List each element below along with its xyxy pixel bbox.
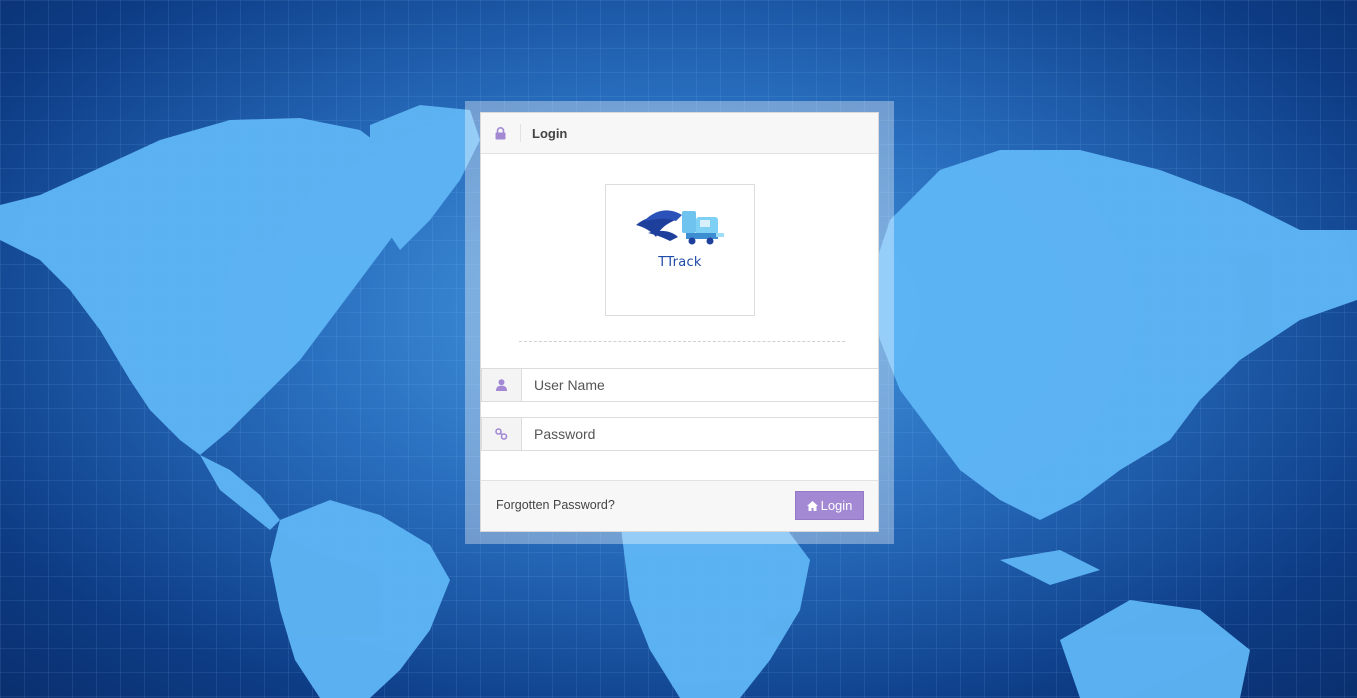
truck-logo-icon xyxy=(636,210,724,245)
username-input[interactable] xyxy=(522,368,879,402)
password-field-group xyxy=(481,417,879,451)
home-icon xyxy=(806,500,818,511)
panel-header: Login xyxy=(481,113,878,154)
user-icon xyxy=(481,368,522,402)
logo-text: TTrack xyxy=(658,255,702,270)
username-field-group xyxy=(481,368,879,402)
forgot-password-link[interactable]: Forgotten Password? xyxy=(496,498,615,512)
panel-footer: Forgotten Password? Login xyxy=(481,480,878,531)
login-button[interactable]: Login xyxy=(795,491,864,520)
panel-title: Login xyxy=(532,125,568,141)
lock-icon xyxy=(481,124,521,142)
key-icon xyxy=(481,417,522,451)
divider xyxy=(519,341,845,342)
logo: TTrack xyxy=(605,184,755,316)
password-input[interactable] xyxy=(522,417,879,451)
login-button-label: Login xyxy=(820,498,853,513)
login-panel: Login TTrack User Name Forgotten Passwor… xyxy=(480,112,879,532)
